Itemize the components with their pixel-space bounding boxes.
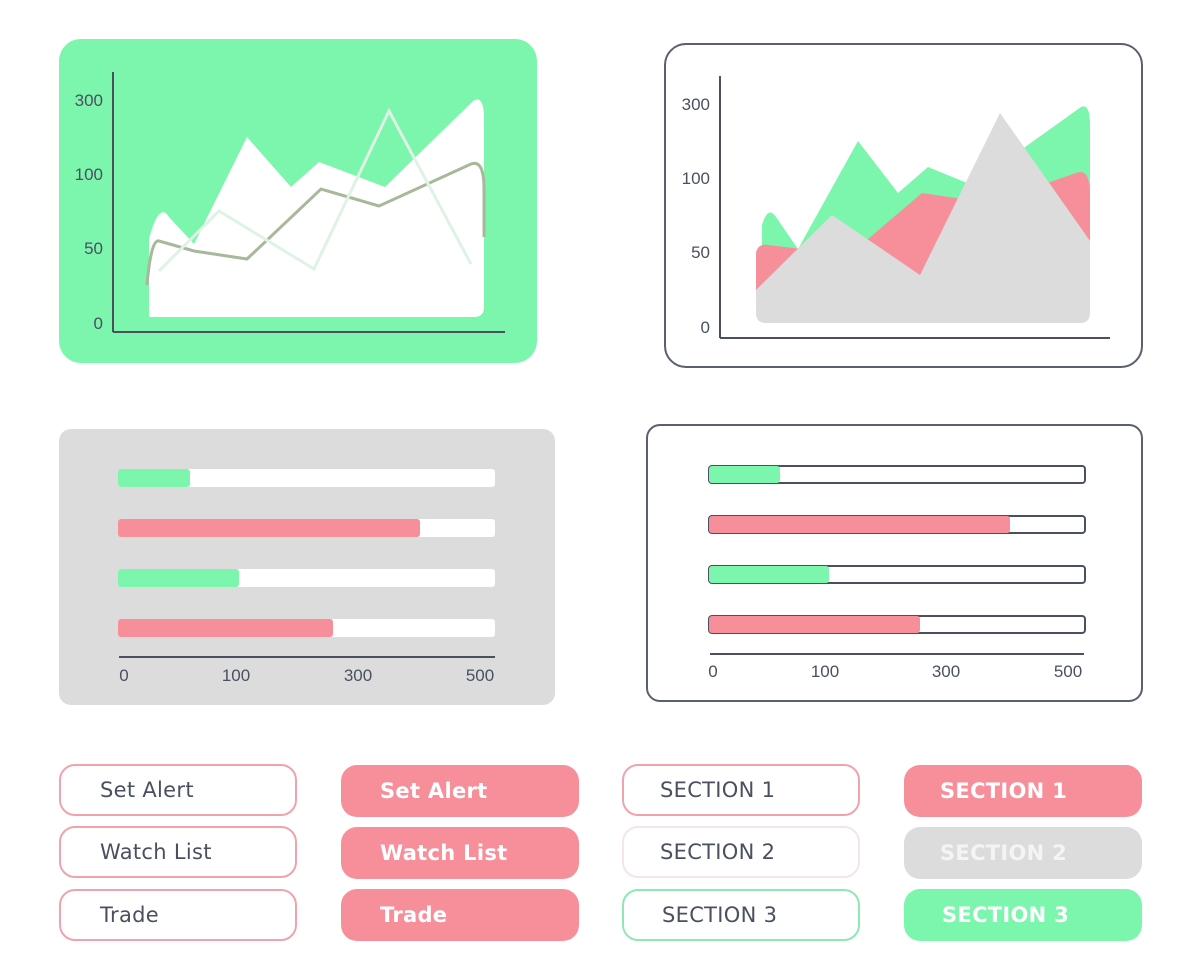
section-2-button-filled[interactable]: SECTION 2: [904, 827, 1142, 879]
watch-list-button-filled[interactable]: Watch List: [341, 827, 579, 879]
y-tick-label: 50: [691, 243, 710, 262]
bar-fill: [118, 569, 239, 587]
set-alert-button[interactable]: Set Alert: [59, 764, 297, 816]
y-tick-label: 300: [682, 95, 710, 114]
section-1-label: SECTION 1: [660, 778, 776, 802]
bar-chart-2: 0 100 300 500: [708, 465, 1086, 681]
area-chart-1: 300 100 50 0: [75, 72, 505, 333]
x-tick-label: 0: [708, 662, 717, 681]
bar-chart-1: 0 100 300 500: [118, 469, 495, 685]
bar-chart-panel-outlined: 0 100 300 500: [646, 424, 1143, 702]
trade-label: Trade: [380, 903, 448, 927]
y-tick-label: 50: [84, 239, 103, 258]
y-tick-label: 0: [701, 318, 710, 337]
section-3-button-filled[interactable]: SECTION 3: [904, 889, 1142, 941]
section-3-label: SECTION 3: [942, 903, 1070, 927]
set-alert-label: Set Alert: [380, 779, 488, 803]
bar-fill: [709, 466, 780, 483]
y-tick-label: 0: [94, 314, 103, 333]
x-tick-label: 300: [344, 666, 372, 685]
y-tick-label: 100: [75, 165, 103, 184]
watch-list-label: Watch List: [100, 840, 212, 864]
y-tick-label: 100: [682, 169, 710, 188]
area-series-white: [149, 99, 484, 317]
section-1-button-filled[interactable]: SECTION 1: [904, 765, 1142, 817]
y-tick-label: 300: [75, 91, 103, 110]
section-3-label: SECTION 3: [662, 903, 778, 927]
bar-chart-panel-grey: 0 100 300 500: [59, 429, 555, 705]
section-2-label: SECTION 2: [940, 841, 1068, 865]
watch-list-button[interactable]: Watch List: [59, 826, 297, 878]
area-chart-panel-green: 300 100 50 0: [59, 39, 537, 363]
bar-fill: [709, 616, 920, 633]
watch-list-label: Watch List: [380, 841, 508, 865]
x-tick-label: 500: [466, 666, 494, 685]
set-alert-button-filled[interactable]: Set Alert: [341, 765, 579, 817]
area-chart-2: 300 100 50 0: [682, 76, 1110, 339]
bar-fill: [118, 469, 190, 487]
x-tick-label: 0: [119, 666, 128, 685]
section-1-button[interactable]: SECTION 1: [622, 764, 860, 816]
section-2-label: SECTION 2: [660, 840, 776, 864]
x-tick-label: 300: [932, 662, 960, 681]
bar-fill: [118, 519, 420, 537]
x-tick-label: 100: [811, 662, 839, 681]
x-tick-label: 100: [222, 666, 250, 685]
section-2-button[interactable]: SECTION 2: [622, 826, 860, 878]
trade-label: Trade: [100, 903, 159, 927]
set-alert-label: Set Alert: [100, 778, 194, 802]
trade-button[interactable]: Trade: [59, 889, 297, 941]
section-3-button[interactable]: SECTION 3: [622, 889, 860, 941]
bar-fill: [118, 619, 333, 637]
bar-fill: [709, 516, 1010, 533]
section-1-label: SECTION 1: [940, 779, 1068, 803]
bar-fill: [709, 566, 829, 583]
trade-button-filled[interactable]: Trade: [341, 889, 579, 941]
area-chart-panel-outlined: 300 100 50 0: [664, 43, 1143, 368]
x-tick-label: 500: [1054, 662, 1082, 681]
